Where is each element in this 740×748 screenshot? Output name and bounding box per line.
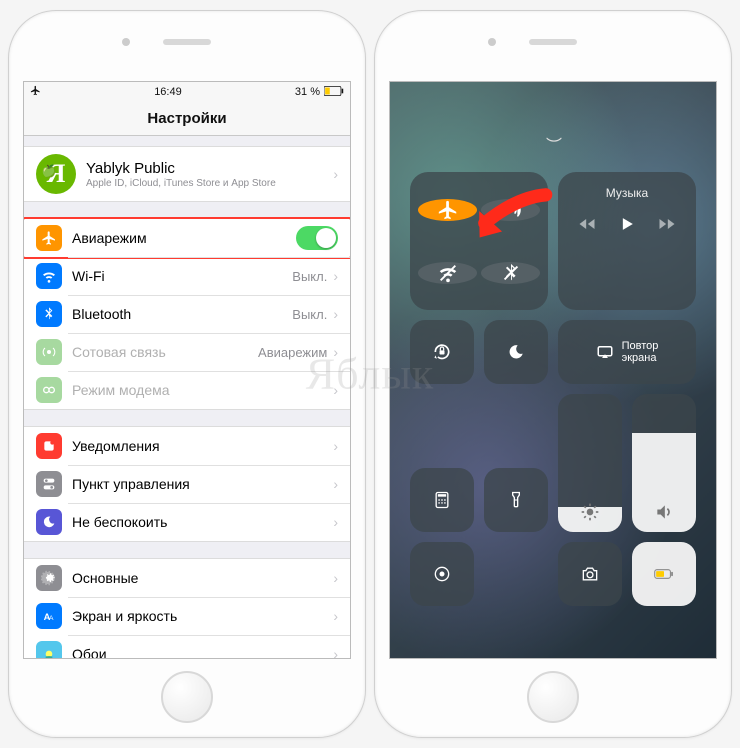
wifi-toggle[interactable]: [418, 262, 477, 284]
airplane-icon: [36, 225, 62, 251]
account-section: Я 🍏 Yablyk Public Apple ID, iCloud, iTun…: [24, 146, 350, 202]
hotspot-icon: [36, 377, 62, 403]
chevron-right-icon: ›: [333, 608, 338, 624]
phone-right: ︶ Музыка: [374, 10, 732, 738]
notifications-row[interactable]: Уведомления ›: [24, 427, 350, 465]
dnd-row[interactable]: Не беспокоить ›: [24, 503, 350, 541]
wifi-label: Wi-Fi: [72, 268, 292, 284]
home-button[interactable]: [527, 671, 579, 723]
account-row[interactable]: Я 🍏 Yablyk Public Apple ID, iCloud, iTun…: [24, 147, 350, 201]
chevron-right-icon: ›: [333, 306, 338, 322]
dnd-icon: [36, 509, 62, 535]
page-title: Настройки: [24, 102, 350, 136]
account-name: Yablyk Public: [86, 160, 333, 177]
battery-percent: 31 %: [295, 86, 320, 98]
notifications-icon: [36, 433, 62, 459]
wifi-row[interactable]: Wi-Fi Выкл. ›: [24, 257, 350, 295]
wallpaper-row[interactable]: Обои ›: [24, 635, 350, 659]
display-row[interactable]: AA Экран и яркость ›: [24, 597, 350, 635]
general-section: Основные › AA Экран и яркость › Обои ›: [24, 558, 350, 659]
speaker-grille: [163, 39, 211, 45]
grabber-icon[interactable]: ︶: [546, 132, 560, 156]
chevron-right-icon: ›: [333, 382, 338, 398]
bluetooth-row[interactable]: Bluetooth Выкл. ›: [24, 295, 350, 333]
control-center-label: Пункт управления: [72, 476, 333, 492]
orientation-lock-button[interactable]: [410, 320, 474, 384]
chevron-right-icon: ›: [333, 570, 338, 586]
avatar: Я 🍏: [36, 154, 76, 194]
dnd-label: Не беспокоить: [72, 514, 333, 530]
wifi-value: Выкл.: [292, 269, 327, 284]
gear-icon: [36, 565, 62, 591]
chevron-right-icon: ›: [333, 268, 338, 284]
airplane-toggle[interactable]: [418, 199, 477, 221]
front-camera: [122, 38, 130, 46]
battery-icon: [324, 86, 344, 99]
flashlight-button[interactable]: [484, 468, 548, 532]
cc-grid: Музыка Повтор экрана: [410, 172, 696, 606]
svg-text:A: A: [49, 615, 54, 622]
cellular-value: Авиарежим: [258, 345, 327, 360]
bluetooth-value: Выкл.: [292, 307, 327, 322]
hotspot-row[interactable]: Режим модема ›: [24, 371, 350, 409]
settings-screen: 16:49 31 % Настройки Я 🍏 Yablyk Public A…: [23, 81, 351, 659]
wallpaper-icon: [36, 641, 62, 659]
bluetooth-toggle[interactable]: [481, 262, 540, 284]
general-label: Основные: [72, 570, 333, 586]
chevron-right-icon: ›: [333, 166, 338, 182]
phone-left: 16:49 31 % Настройки Я 🍏 Yablyk Public A…: [8, 10, 366, 738]
music-module[interactable]: Музыка: [558, 172, 696, 310]
control-center-icon: [36, 471, 62, 497]
status-bar: 16:49 31 %: [24, 82, 350, 102]
chevron-right-icon: ›: [333, 514, 338, 530]
airplane-switch[interactable]: [296, 226, 338, 250]
display-icon: AA: [36, 603, 62, 629]
display-label: Экран и яркость: [72, 608, 333, 624]
bluetooth-icon: [36, 301, 62, 327]
low-power-mode-button[interactable]: [632, 542, 696, 606]
camera-button[interactable]: [558, 542, 622, 606]
airplane-label: Авиарежим: [72, 230, 296, 246]
cellular-row[interactable]: Сотовая связь Авиарежим ›: [24, 333, 350, 371]
next-track-icon[interactable]: [657, 214, 677, 237]
chevron-right-icon: ›: [333, 476, 338, 492]
wifi-icon: [36, 263, 62, 289]
connectivity-section: Авиарежим Wi-Fi Выкл. › Bluetooth Выкл. …: [24, 218, 350, 410]
account-subtitle: Apple ID, iCloud, iTunes Store и App Sto…: [86, 178, 333, 189]
connectivity-module[interactable]: [410, 172, 548, 310]
brightness-slider[interactable]: [558, 394, 622, 532]
music-label: Музыка: [606, 186, 648, 200]
cellular-label: Сотовая связь: [72, 344, 258, 360]
cellular-toggle[interactable]: [481, 199, 540, 221]
speaker-grille: [529, 39, 577, 45]
airplane-row[interactable]: Авиарежим: [24, 219, 350, 257]
screen-mirroring-button[interactable]: Повтор экрана: [558, 320, 696, 384]
hotspot-label: Режим модема: [72, 382, 333, 398]
wallpaper-label: Обои: [72, 646, 333, 659]
notifications-label: Уведомления: [72, 438, 333, 454]
chevron-right-icon: ›: [333, 344, 338, 360]
volume-slider[interactable]: [632, 394, 696, 532]
control-center-screen: ︶ Музыка: [389, 81, 717, 659]
screen-record-button[interactable]: [410, 542, 474, 606]
prev-track-icon[interactable]: [577, 214, 597, 237]
dnd-button[interactable]: [484, 320, 548, 384]
status-time: 16:49: [154, 86, 182, 98]
bluetooth-label: Bluetooth: [72, 306, 292, 322]
control-center-row[interactable]: Пункт управления ›: [24, 465, 350, 503]
notifications-section: Уведомления › Пункт управления › Не бесп…: [24, 426, 350, 542]
mirroring-label: Повтор экрана: [622, 340, 659, 364]
chevron-right-icon: ›: [333, 438, 338, 454]
general-row[interactable]: Основные ›: [24, 559, 350, 597]
chevron-right-icon: ›: [333, 646, 338, 659]
airplane-status-icon: [30, 85, 41, 99]
front-camera: [488, 38, 496, 46]
home-button[interactable]: [161, 671, 213, 723]
play-icon[interactable]: [617, 214, 637, 237]
cellular-icon: [36, 339, 62, 365]
calculator-button[interactable]: [410, 468, 474, 532]
